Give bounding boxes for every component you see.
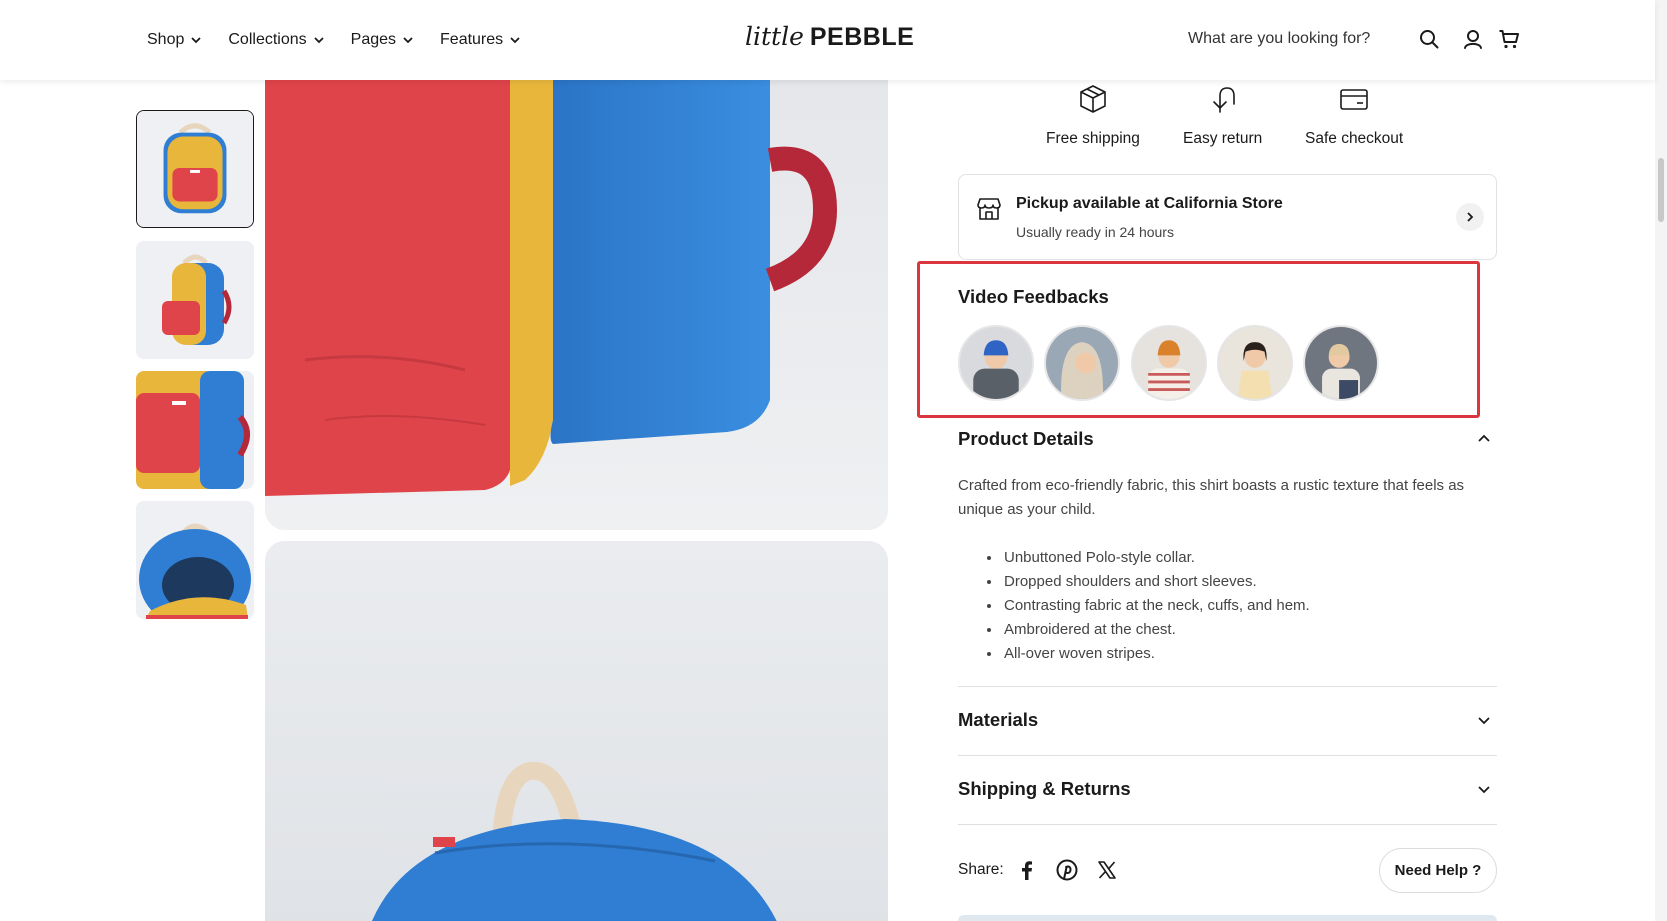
avatar-child-fleece-jacket (1305, 327, 1377, 399)
main-nav: Shop Collections Pages Features (147, 0, 521, 80)
backpack-open-image (136, 501, 254, 619)
feature-free-shipping-label: Free shipping (1046, 130, 1140, 147)
x-icon[interactable] (1096, 859, 1118, 881)
feature-safe-checkout-label: Safe checkout (1305, 130, 1404, 147)
feature-easy-return-label: Easy return (1183, 130, 1263, 147)
share-label: Share: (958, 861, 1004, 878)
logo-script-text: little (745, 22, 804, 51)
page-scrollbar[interactable] (1655, 0, 1667, 921)
feature-safe-checkout: Safe checkout (1305, 84, 1403, 148)
nav-collections-label: Collections (228, 31, 307, 48)
divider (958, 686, 1497, 687)
bullet-item: All-over woven stripes. (1002, 642, 1310, 666)
divider (958, 824, 1497, 825)
pickup-card[interactable]: Pickup available at California Store Usu… (958, 174, 1497, 260)
chevron-down-icon (314, 37, 324, 44)
nav-features[interactable]: Features (440, 31, 521, 49)
chevron-down-icon (510, 37, 520, 44)
avatar-child-striped-shirt (1133, 327, 1205, 399)
store-icon (977, 198, 1001, 220)
nav-pages[interactable]: Pages (351, 31, 414, 49)
thumbnail-backpack-front[interactable] (136, 110, 254, 228)
credit-card-icon (1340, 89, 1368, 110)
pinterest-icon[interactable] (1056, 859, 1078, 881)
materials-accordion[interactable]: Materials (958, 705, 1497, 735)
chevron-down-icon (1478, 717, 1490, 725)
avatar-child-cream-dress (1219, 327, 1291, 399)
materials-title: Materials (958, 709, 1039, 730)
avatar-child-beige-hood (1046, 327, 1118, 399)
feature-free-shipping: Free shipping (1046, 84, 1140, 148)
nav-collections[interactable]: Collections (228, 31, 324, 49)
site-logo[interactable]: little PEBBLE (745, 22, 914, 58)
shipping-returns-accordion[interactable]: Shipping & Returns (958, 774, 1497, 804)
bullet-item: Unbuttoned Polo-style collar. (1002, 546, 1310, 570)
site-header: Shop Collections Pages Features little P… (0, 0, 1655, 80)
search-icon[interactable] (1418, 28, 1440, 50)
nav-features-label: Features (440, 31, 504, 48)
return-arrow-icon (1212, 87, 1235, 113)
video-feedback-avatar-3[interactable] (1131, 325, 1207, 401)
product-main-image[interactable] (265, 60, 888, 530)
video-feedback-avatar-1[interactable] (958, 325, 1034, 401)
product-secondary-image[interactable] (265, 541, 888, 921)
backpack-closeup-image (265, 60, 888, 530)
bullet-item: Contrasting fabric at the neck, cuffs, a… (1002, 594, 1310, 618)
product-details-accordion[interactable]: Product Details (958, 424, 1497, 454)
nav-shop[interactable]: Shop (147, 31, 202, 49)
thumbnail-backpack-open[interactable] (136, 501, 254, 619)
feature-easy-return: Easy return (1183, 84, 1262, 148)
video-feedbacks-title: Video Feedbacks (958, 286, 1109, 307)
bullet-item: Ambroidered at the chest. (1002, 618, 1310, 642)
pickup-arrow-button[interactable] (1456, 203, 1484, 231)
shipping-returns-title: Shipping & Returns (958, 778, 1131, 799)
thumbnail-backpack-side[interactable] (136, 241, 254, 359)
pickup-title: Pickup available at California Store (1016, 195, 1283, 212)
backpack-detail-image (136, 371, 254, 489)
product-bullets: Unbuttoned Polo-style collar. Dropped sh… (1002, 546, 1310, 666)
need-help-button[interactable]: Need Help ? (1379, 848, 1497, 893)
search-input[interactable]: What are you looking for? (1188, 30, 1370, 48)
backpack-top-image (265, 541, 888, 921)
bullet-item: Dropped shoulders and short sleeves. (1002, 570, 1310, 594)
avatar-child-blue-beanie (960, 327, 1032, 399)
chevron-down-icon (191, 37, 202, 44)
box-icon (1080, 85, 1106, 113)
pickup-subtitle: Usually ready in 24 hours (1016, 224, 1174, 240)
video-feedback-avatar-5[interactable] (1303, 325, 1379, 401)
backpack-front-image (137, 111, 253, 227)
chevron-down-icon (1478, 786, 1490, 794)
facebook-icon[interactable] (1016, 859, 1038, 881)
chevron-down-icon (403, 37, 413, 44)
chevron-up-icon (1478, 434, 1490, 442)
account-icon[interactable] (1462, 28, 1484, 50)
logo-main-text: PEBBLE (809, 23, 915, 51)
video-feedback-avatar-4[interactable] (1217, 325, 1293, 401)
thumbnail-backpack-detail[interactable] (136, 371, 254, 489)
product-description: Crafted from eco-friendly fabric, this s… (958, 477, 1465, 518)
chevron-right-icon (1467, 212, 1474, 222)
cart-icon[interactable] (1498, 28, 1520, 50)
product-details-title: Product Details (958, 428, 1094, 449)
nav-pages-label: Pages (350, 31, 397, 48)
next-section-edge (958, 915, 1497, 921)
nav-shop-label: Shop (147, 31, 185, 48)
divider (958, 755, 1497, 756)
scrollbar-thumb[interactable] (1658, 158, 1664, 222)
backpack-side-image (136, 241, 254, 359)
video-feedback-avatar-2[interactable] (1044, 325, 1120, 401)
